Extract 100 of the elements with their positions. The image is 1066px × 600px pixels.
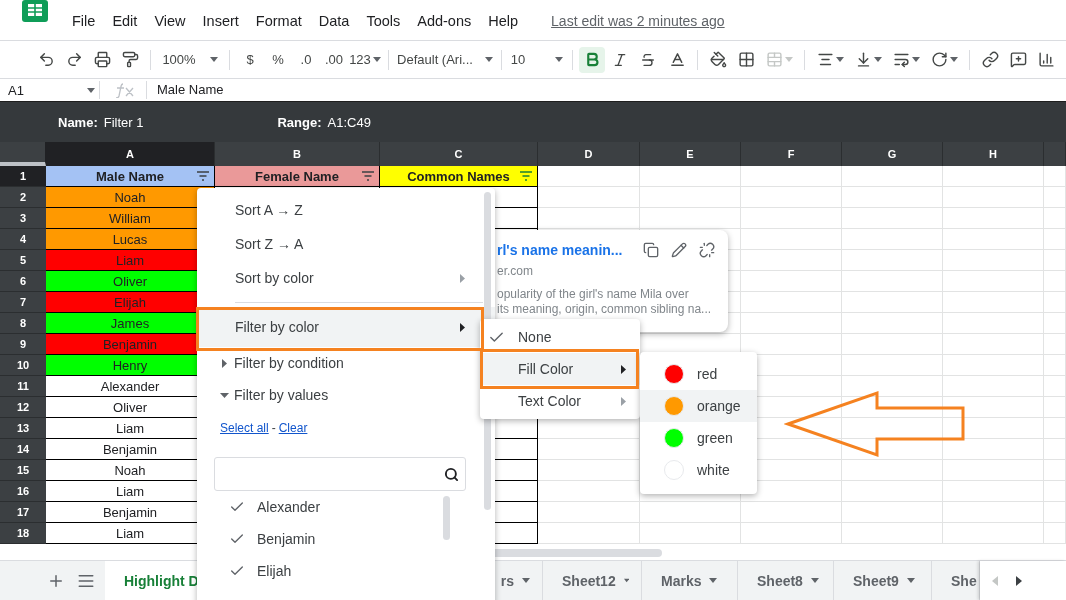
more-formats-dropdown[interactable]: 123 <box>348 46 382 73</box>
caret-icon <box>623 578 629 583</box>
menu-item[interactable]: Insert <box>202 13 239 29</box>
unlink-icon[interactable] <box>698 242 715 258</box>
row-header[interactable]: 7 <box>0 292 46 313</box>
table-cell <box>1044 208 1066 229</box>
filter-name[interactable]: Filter 1 <box>103 114 144 130</box>
value-label: Benjamin <box>257 531 316 547</box>
caret-icon <box>87 87 95 93</box>
row-header[interactable]: 13 <box>0 418 46 439</box>
text-wrap-icon <box>892 51 910 68</box>
font-size-dropdown[interactable]: 10 <box>508 46 566 73</box>
table-cell <box>1044 187 1066 208</box>
row-header[interactable]: 6 <box>0 271 46 292</box>
search-field[interactable] <box>214 457 466 491</box>
pencil-icon[interactable] <box>670 242 687 258</box>
row-header[interactable]: 16 <box>0 481 46 502</box>
row-header[interactable]: 11 <box>0 376 46 397</box>
caret-icon <box>949 57 958 62</box>
table-cell <box>1044 418 1066 439</box>
column-header[interactable]: B <box>215 142 380 166</box>
row-header[interactable]: 10 <box>0 355 46 376</box>
section-label: Filter by values <box>234 387 330 403</box>
table-cell <box>1044 250 1066 271</box>
values-scrollbar[interactable] <box>443 496 450 540</box>
option-label: Filter by color <box>235 319 321 335</box>
last-edit-link[interactable]: Last edit was 2 minutes ago <box>551 13 725 29</box>
row-header[interactable]: 8 <box>0 313 46 334</box>
table-cell <box>1044 397 1066 418</box>
filter-icon[interactable] <box>197 171 209 181</box>
link-title[interactable]: rl's name meanin... <box>497 242 623 258</box>
menu-item[interactable]: Add-ons <box>417 13 472 29</box>
increase-decimals-button[interactable]: .00 <box>320 46 348 73</box>
table-cell <box>1044 271 1066 292</box>
row-header[interactable]: 12 <box>0 397 46 418</box>
row-header[interactable]: 5 <box>0 250 46 271</box>
filter-name-label: Name: <box>58 114 98 130</box>
caret-icon <box>810 578 819 583</box>
zoom-dropdown[interactable]: 100% <box>157 46 223 73</box>
column-header[interactable]: H <box>943 142 1044 166</box>
row-header[interactable]: 3 <box>0 208 46 229</box>
merge-cells-icon <box>765 51 783 68</box>
table-cell <box>1044 292 1066 313</box>
row-header[interactable]: 17 <box>0 502 46 523</box>
table-cell <box>1044 460 1066 481</box>
link-separator: - <box>271 421 276 435</box>
menu-item[interactable]: Data <box>318 13 350 29</box>
row-header[interactable]: 15 <box>0 460 46 481</box>
option-label: Sort by color <box>235 270 315 286</box>
menu-item[interactable]: View <box>154 13 186 29</box>
font-dropdown[interactable]: Default (Ari... <box>395 46 495 73</box>
clear-link[interactable]: Clear <box>278 421 308 435</box>
name-box[interactable]: A1 <box>0 81 100 99</box>
row-header[interactable]: 9 <box>0 334 46 355</box>
filter-range[interactable]: A1:C49 <box>327 114 371 130</box>
table-cell <box>1044 481 1066 502</box>
row-header[interactable]: 1 <box>0 166 46 187</box>
header-cell: Female Name <box>215 166 380 187</box>
sheets-logo-icon[interactable] <box>22 0 48 22</box>
menu-item[interactable]: Edit <box>112 13 138 29</box>
color-option[interactable]: orange <box>640 390 757 422</box>
column-header[interactable]: D <box>538 142 640 166</box>
color-option[interactable]: red <box>640 358 757 390</box>
column-header[interactable]: G <box>842 142 943 166</box>
row-header[interactable]: 4 <box>0 229 46 250</box>
row-header[interactable]: 14 <box>0 439 46 460</box>
filter-icon[interactable] <box>520 171 532 181</box>
scroll-right-icon[interactable] <box>1016 575 1022 586</box>
column-header[interactable]: E <box>640 142 741 166</box>
value-label: Alexander <box>257 499 321 515</box>
option-label: Fill Color <box>518 361 575 377</box>
currency-button[interactable]: $ <box>236 46 264 73</box>
menu-item[interactable]: Tools <box>366 13 401 29</box>
filter-icon[interactable] <box>362 171 374 181</box>
percent-button[interactable]: % <box>264 46 292 73</box>
column-header[interactable]: A <box>46 142 215 166</box>
row-header[interactable]: 2 <box>0 187 46 208</box>
search-icon[interactable] <box>444 466 459 482</box>
color-label: red <box>697 366 718 382</box>
value-label: Elijah <box>257 563 292 579</box>
formula-field[interactable]: Male Name <box>146 81 224 99</box>
menu-item[interactable]: Format <box>255 13 302 29</box>
bold-icon[interactable] <box>579 46 605 73</box>
align-icon <box>816 51 834 68</box>
caret-icon <box>873 57 882 62</box>
column-header[interactable]: C <box>380 142 538 166</box>
menu-item[interactable]: Help <box>488 13 519 29</box>
column-header[interactable]: F <box>741 142 842 166</box>
menu-item[interactable]: File <box>72 13 96 29</box>
color-option[interactable]: white <box>640 454 757 486</box>
caret-icon <box>460 322 465 332</box>
color-option[interactable]: green <box>640 422 757 454</box>
submenu-option[interactable]: Fill Color <box>480 353 640 385</box>
select-all-link[interactable]: Select all <box>220 421 269 435</box>
row-header[interactable]: 18 <box>0 523 46 544</box>
option-label: None <box>518 329 553 345</box>
copy-icon[interactable] <box>642 242 659 258</box>
decrease-decimals-button[interactable]: .0 <box>292 46 320 73</box>
select-all-corner[interactable] <box>0 142 46 166</box>
caret-icon <box>221 358 227 368</box>
